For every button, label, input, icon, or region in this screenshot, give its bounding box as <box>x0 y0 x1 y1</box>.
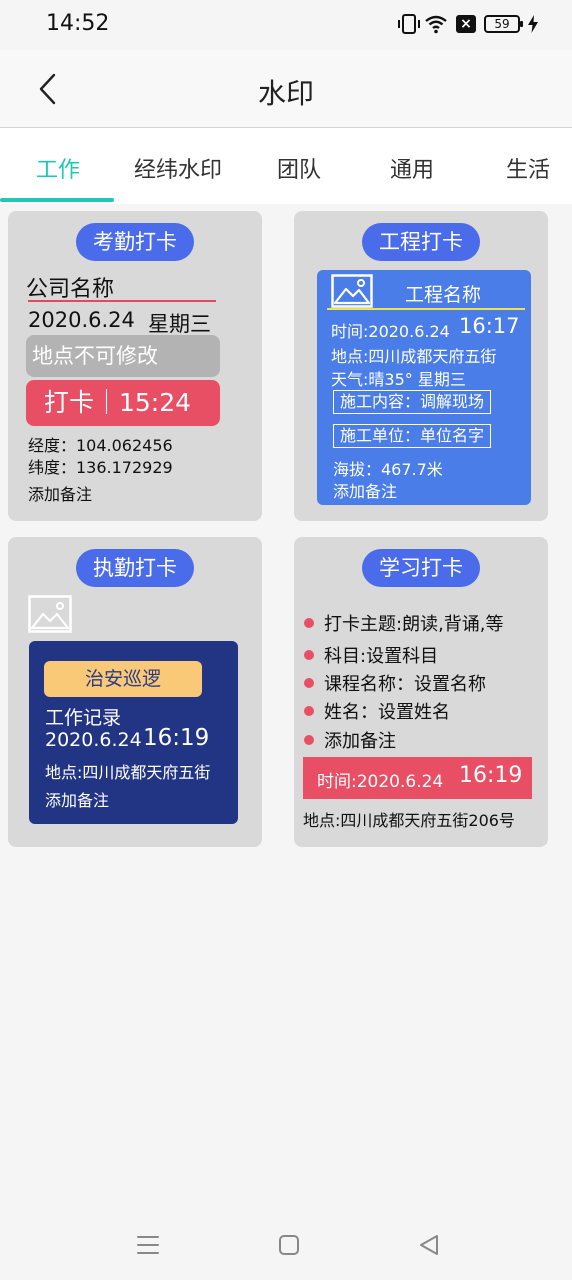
add-note-text: 添加备注 <box>45 791 110 810</box>
tab-latlng-watermark[interactable]: 经纬水印 <box>134 152 222 184</box>
company-name: 公司名称 <box>26 277 115 302</box>
study-item: 姓名：设置姓名 <box>324 702 450 723</box>
add-note-text: 添加备注 <box>333 482 398 501</box>
card-engineering[interactable]: 工程打卡 工程名称 时间:2020.6.24 16:17 地点:四川成都天府五街… <box>294 211 548 521</box>
bullet-dot <box>304 735 314 745</box>
latitude-text: 纬度：136.172929 <box>28 458 173 477</box>
study-item: 打卡主题:朗读,背诵,等 <box>324 614 504 635</box>
vibrate-icon <box>398 14 420 34</box>
construction-unit-box: 施工单位：单位名字 <box>333 424 492 448</box>
date-text: 2020.6.24 <box>28 308 135 332</box>
tab-general[interactable]: 通用 <box>390 152 434 184</box>
menu-icon[interactable] <box>136 1234 160 1256</box>
page-title: 水印 <box>257 77 314 110</box>
time-value: 16:17 <box>459 314 520 338</box>
study-item: 添加备注 <box>324 731 396 752</box>
study-time-band: 时间:2020.6.24 16:19 <box>303 757 532 799</box>
weather-text: 天气:晴35° 星期三 <box>331 370 466 389</box>
tab-life[interactable]: 生活 <box>506 152 550 184</box>
altitude-text: 海拔：467.7米 <box>333 460 443 479</box>
bullet-dot <box>304 678 314 688</box>
notification-x-icon: × <box>456 15 476 33</box>
status-bar: 14:52 × 59 <box>0 0 572 50</box>
study-item: 科目:设置科目 <box>324 646 439 667</box>
wifi-icon <box>425 15 447 34</box>
card-duty[interactable]: 执勤打卡 治安巡逻 工作记录 2020.6.24 16:19 地点:四川成都天府… <box>8 537 262 847</box>
card-title-pill: 考勤打卡 <box>76 223 194 261</box>
header: 水印 <box>0 50 572 128</box>
tab-team[interactable]: 团队 <box>277 152 321 184</box>
bullet-dot <box>304 706 314 716</box>
system-nav-bar <box>0 1208 572 1280</box>
work-record-text: 工作记录 <box>45 707 122 729</box>
longitude-text: 经度：104.062456 <box>28 436 173 455</box>
location-text: 地点:四川成都天府五街 <box>331 347 497 366</box>
bullet-dot <box>304 650 314 660</box>
duty-tag: 治安巡逻 <box>44 661 202 697</box>
tab-active-indicator <box>0 198 114 202</box>
image-placeholder-icon <box>28 595 72 633</box>
battery-icon: 59 <box>484 15 523 33</box>
bullet-dot <box>304 618 314 628</box>
charging-icon <box>528 15 538 33</box>
time-text: 16:19 <box>143 725 210 751</box>
image-placeholder-icon <box>331 274 373 308</box>
status-time: 14:52 <box>46 11 110 36</box>
time-label: 时间:2020.6.24 <box>317 772 444 792</box>
tab-bar: 工作 经纬水印 团队 通用 生活 <box>0 128 572 204</box>
divider <box>28 300 216 302</box>
date-text: 2020.6.24 <box>45 729 142 751</box>
engineering-panel: 工程名称 时间:2020.6.24 16:17 地点:四川成都天府五街 天气:晴… <box>317 270 531 505</box>
card-title-pill: 工程打卡 <box>362 223 480 261</box>
weekday-text: 星期三 <box>148 312 211 336</box>
home-icon[interactable] <box>278 1234 300 1256</box>
construction-content-box: 施工内容：调解现场 <box>333 390 492 414</box>
card-attendance[interactable]: 考勤打卡 公司名称 2020.6.24 星期三 地点不可修改 打卡｜15:24 … <box>8 211 262 521</box>
time-label: 时间:2020.6.24 <box>331 322 450 341</box>
card-title-pill: 学习打卡 <box>362 549 480 587</box>
location-text: 地点:四川成都天府五街206号 <box>303 811 515 830</box>
card-study[interactable]: 学习打卡 打卡主题:朗读,背诵,等 科目:设置科目 课程名称：设置名称 姓名：设… <box>294 537 548 847</box>
location-text: 地点:四川成都天府五街 <box>45 763 211 782</box>
duty-panel: 治安巡逻 工作记录 2020.6.24 16:19 地点:四川成都天府五街 添加… <box>29 641 238 824</box>
card-title-pill: 执勤打卡 <box>76 549 194 587</box>
back-triangle-icon[interactable] <box>418 1233 440 1257</box>
punch-time-button: 打卡｜15:24 <box>26 380 220 426</box>
tab-work[interactable]: 工作 <box>36 152 80 184</box>
study-item: 课程名称：设置名称 <box>324 674 486 695</box>
status-icons: × 59 <box>398 14 538 34</box>
add-note-text: 添加备注 <box>28 485 93 504</box>
divider <box>327 308 525 310</box>
location-locked-field: 地点不可修改 <box>26 335 220 377</box>
time-value: 16:19 <box>459 763 523 788</box>
project-name: 工程名称 <box>405 284 482 306</box>
